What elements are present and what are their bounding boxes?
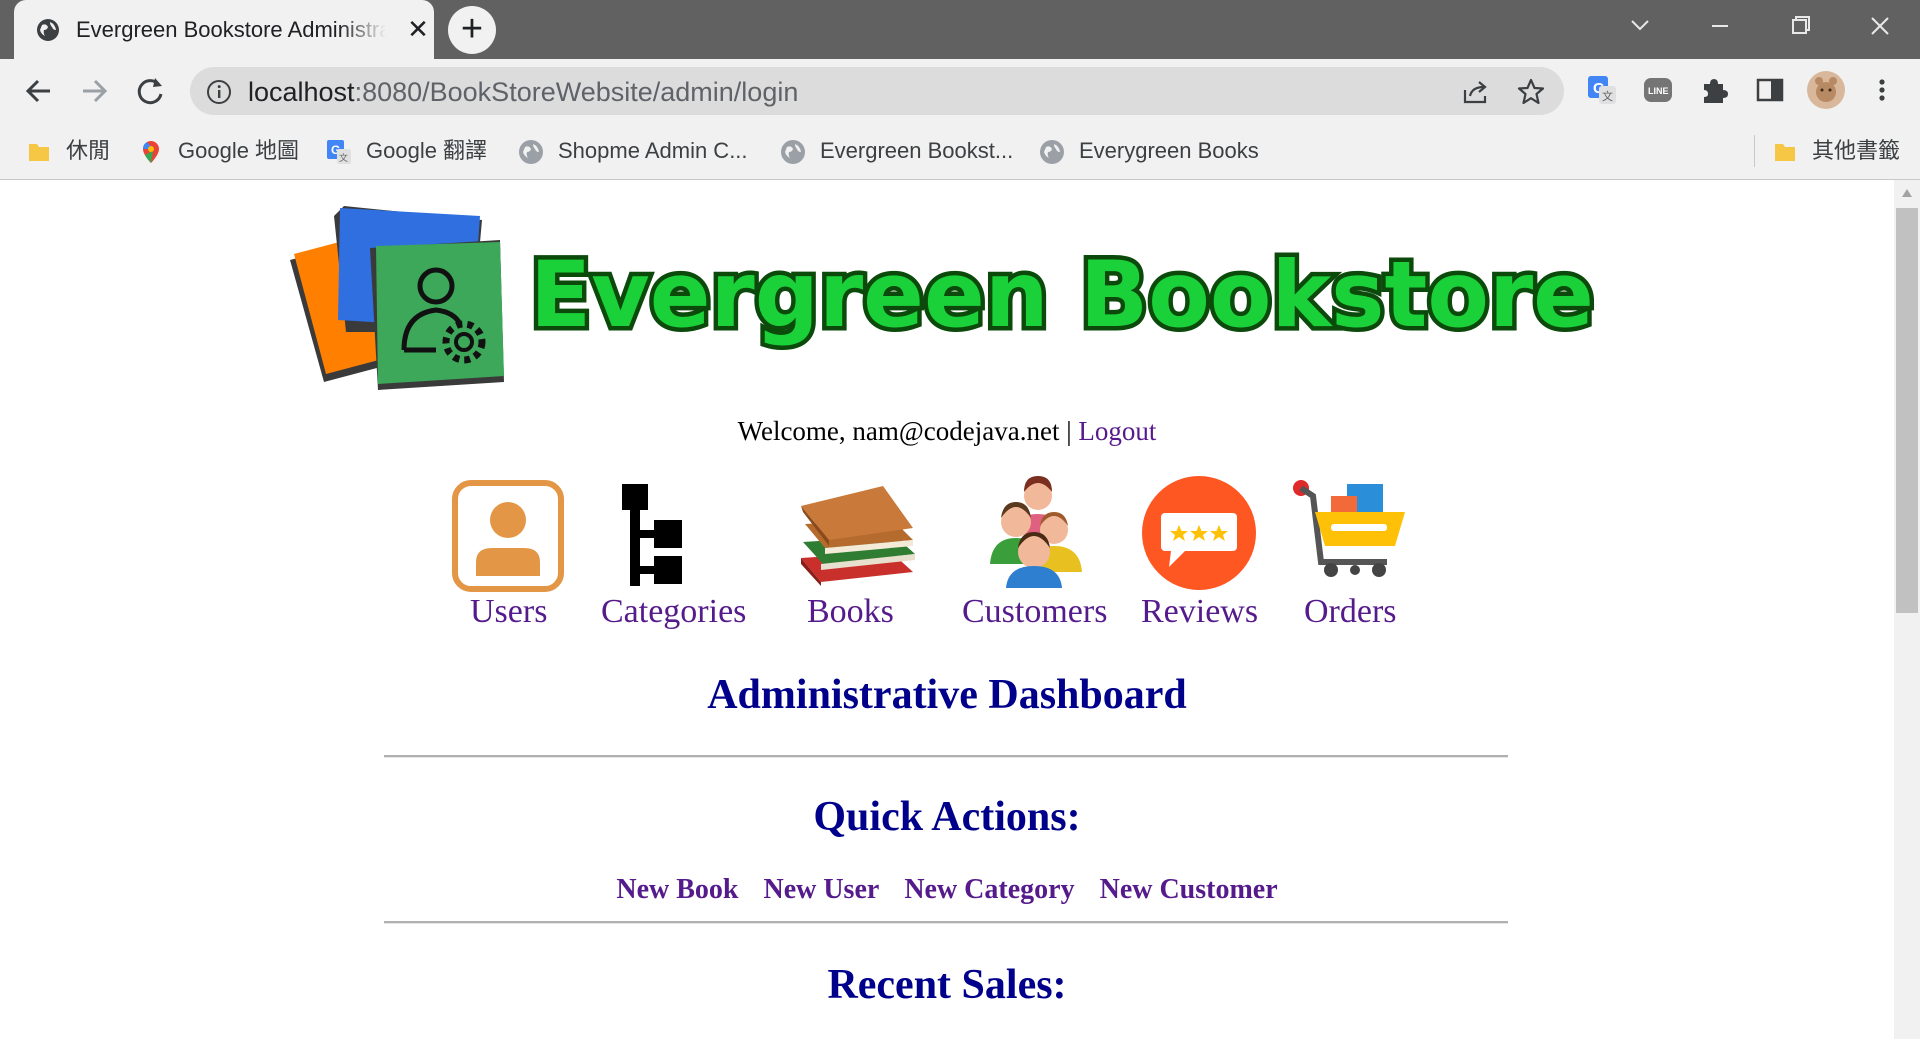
svg-text:LINE: LINE <box>1648 86 1669 96</box>
url-path: :8080/BookStoreWebsite/admin/login <box>354 77 799 107</box>
divider <box>384 921 1508 924</box>
extensions-puzzle-icon[interactable] <box>1698 74 1730 106</box>
page-viewport: Evergreen Bookstore Welcome, nam@codejav… <box>0 180 1894 1039</box>
menu-kebab-icon[interactable] <box>1866 74 1898 106</box>
side-panel-icon[interactable] <box>1754 74 1786 106</box>
address-bar[interactable]: localhost:8080/BookStoreWebsite/admin/lo… <box>190 67 1564 115</box>
profile-avatar-icon[interactable] <box>1806 70 1846 110</box>
quick-actions-bar: New Book New User New Category New Custo… <box>0 874 1894 906</box>
svg-text:文: 文 <box>1602 89 1613 103</box>
bookmark-google-maps[interactable]: Google 地圖 <box>138 135 299 167</box>
welcome-separator: | <box>1066 416 1072 446</box>
menu-label: Orders <box>1304 593 1397 630</box>
tab-close-icon[interactable]: ✕ <box>404 15 432 43</box>
new-book-link[interactable]: New Book <box>616 874 738 905</box>
new-customer-link[interactable]: New Customer <box>1100 874 1278 905</box>
globe-icon <box>781 140 805 165</box>
books-admin-logo-icon <box>290 206 504 390</box>
scrollbar-thumb[interactable] <box>1896 208 1918 613</box>
bookmark-everygreen-books[interactable]: Everygreen Books <box>1039 135 1259 167</box>
info-icon[interactable] <box>206 79 232 105</box>
new-category-link[interactable]: New Category <box>904 874 1074 905</box>
folder-icon <box>1775 144 1795 162</box>
svg-text:文: 文 <box>339 152 348 163</box>
quick-actions-title: Quick Actions: <box>813 794 1081 840</box>
bookmarks-separator <box>1754 135 1755 167</box>
globe-icon <box>519 140 543 165</box>
page-scrollbar[interactable] <box>1894 180 1920 1039</box>
browser-tab[interactable]: Evergreen Bookstore Administration ✕ <box>14 0 434 59</box>
line-extension-icon[interactable]: LINE <box>1642 74 1674 106</box>
bookmark-folder-leisure[interactable]: 休閒 <box>26 135 110 167</box>
cart-icon <box>1293 480 1405 577</box>
bookmark-label: Shopme Admin C... <box>558 138 748 163</box>
reload-icon[interactable] <box>131 72 169 110</box>
bookmark-label: Google 翻譯 <box>366 138 488 163</box>
tab-title: Evergreen Bookstore Administration <box>76 17 386 42</box>
welcome-text: Welcome, nam@codejava.net <box>737 416 1060 446</box>
dashboard-title: Administrative Dashboard <box>707 672 1187 718</box>
recent-sales-title: Recent Sales: <box>827 962 1067 1008</box>
bookmark-google-translate[interactable]: G 文 Google 翻譯 <box>326 135 487 167</box>
logo-text: Evergreen Bookstore <box>530 243 1594 348</box>
menu-label: Customers <box>962 593 1108 630</box>
user-icon <box>452 480 564 592</box>
folder-icon <box>29 144 49 162</box>
menu-label: Reviews <box>1141 593 1259 630</box>
google-translate-extension-icon[interactable]: G 文 <box>1586 74 1618 106</box>
bookmark-label: Evergreen Bookst... <box>820 138 1014 163</box>
scroll-up-arrow-icon[interactable] <box>1901 188 1913 198</box>
new-tab-button[interactable]: + <box>448 6 496 54</box>
url-host: localhost <box>248 77 355 107</box>
tree-icon <box>622 484 682 586</box>
evergreen-bookstore-logo[interactable]: Evergreen Bookstore <box>286 202 1606 392</box>
books-icon <box>801 486 915 586</box>
url-text[interactable]: localhost:8080/BookStoreWebsite/admin/lo… <box>248 77 798 107</box>
bookmarks-bar: 休閒 Google 地圖 G 文 Google 翻譯 Shopme Admin … <box>0 123 1920 180</box>
back-icon[interactable] <box>20 72 58 110</box>
bookmark-label: 休閒 <box>66 138 111 163</box>
bookmark-other-bookmarks[interactable]: 其他書籤 <box>1772 135 1900 167</box>
restore-icon[interactable] <box>1776 8 1824 44</box>
bookmark-evergreen-bookstore[interactable]: Evergreen Bookst... <box>780 135 1013 167</box>
logout-link[interactable]: Logout <box>1078 416 1156 446</box>
divider <box>384 755 1508 758</box>
tab-search-icon[interactable] <box>1616 8 1664 44</box>
menu-label: Users <box>470 593 548 630</box>
bookmark-label: Everygreen Books <box>1079 138 1259 163</box>
bookmark-label: Google 地圖 <box>178 138 300 163</box>
tab-strip: Evergreen Bookstore Administration ✕ + <box>0 0 1920 59</box>
globe-icon <box>37 19 59 41</box>
bookmark-star-icon[interactable] <box>1516 77 1546 107</box>
google-translate-icon: G 文 <box>327 140 351 165</box>
close-window-icon[interactable] <box>1856 8 1904 44</box>
share-icon[interactable] <box>1460 77 1490 107</box>
forward-icon[interactable] <box>75 72 113 110</box>
new-user-link[interactable]: New User <box>763 874 879 905</box>
reviews-icon <box>1142 476 1256 590</box>
globe-icon <box>1040 140 1064 165</box>
google-maps-icon <box>142 141 159 164</box>
welcome-bar: Welcome, nam@codejava.net | Logout <box>0 416 1894 447</box>
menu-label: Books <box>807 593 894 630</box>
menu-label: Categories <box>601 593 747 630</box>
minimize-icon[interactable] <box>1696 8 1744 44</box>
browser-toolbar: localhost:8080/BookStoreWebsite/admin/lo… <box>0 59 1920 123</box>
bookmark-label: 其他書籤 <box>1812 138 1901 163</box>
customers-icon <box>990 476 1082 588</box>
bookmark-shopme-admin[interactable]: Shopme Admin C... <box>518 135 748 167</box>
